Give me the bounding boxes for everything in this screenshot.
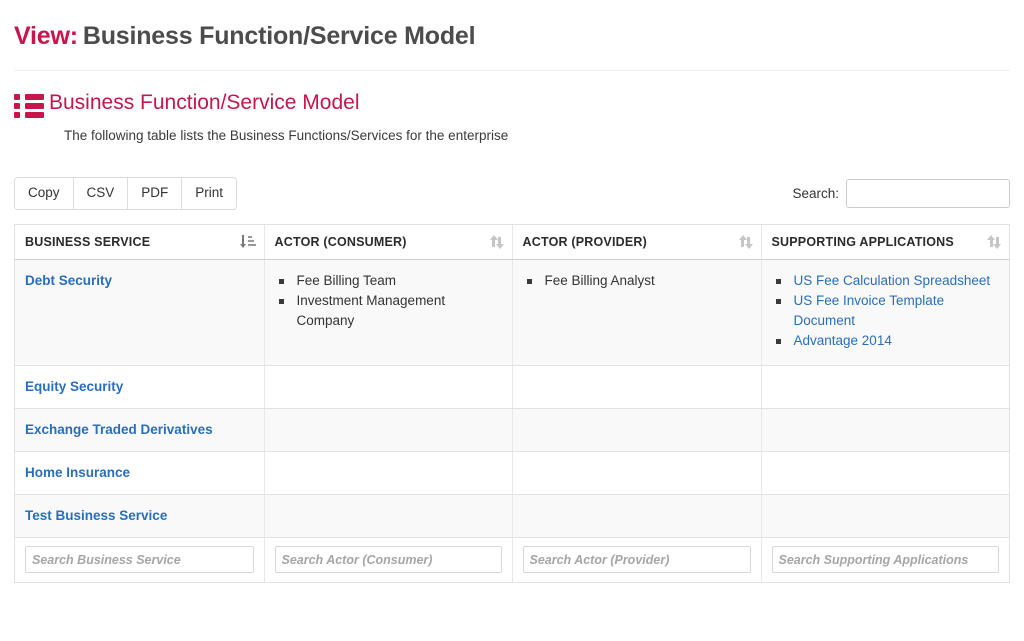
cell-supporting-applications: [761, 494, 1009, 538]
bullet-icon: [775, 339, 781, 344]
cell-actor-provider: Fee Billing Analyst: [512, 259, 762, 366]
section-subtitle: The following table lists the Business F…: [64, 128, 509, 143]
table-row: Debt Security Fee Billing Team Investmen…: [15, 259, 1009, 366]
section-title: Business Function/Service Model: [49, 91, 360, 114]
column-header-actor-provider[interactable]: ACTOR (PROVIDER): [512, 225, 762, 260]
cell-actor-consumer: Fee Billing Team Investment Management C…: [264, 259, 513, 366]
filter-cell-supporting-applications: [761, 537, 1009, 583]
cell-actor-provider: [512, 408, 762, 452]
list-icon: [14, 94, 44, 120]
table-head: BUSINESS SERVICE ACTOR (CONSUMER) ACTOR …: [15, 225, 1009, 260]
bullet-icon: [775, 279, 781, 284]
application-link[interactable]: Advantage 2014: [794, 333, 892, 348]
application-link[interactable]: US Fee Invoice Template Document: [794, 293, 945, 328]
sort-icon[interactable]: [738, 235, 753, 249]
list-item: Investment Management Company: [277, 291, 502, 331]
business-service-link[interactable]: Home Insurance: [25, 465, 130, 480]
copy-button[interactable]: Copy: [15, 178, 74, 209]
table-row: Exchange Traded Derivatives: [15, 408, 1009, 452]
export-button-group: Copy CSV PDF Print: [14, 177, 238, 210]
list-item: Fee Billing Analyst: [525, 271, 751, 291]
list-item-label: Fee Billing Team: [296, 273, 397, 288]
list-item: US Fee Invoice Template Document: [774, 291, 1000, 331]
provider-list: Fee Billing Analyst: [523, 271, 751, 291]
business-service-link[interactable]: Equity Security: [25, 379, 123, 394]
bullet-icon: [526, 279, 532, 284]
table-row: Home Insurance: [15, 451, 1009, 495]
cell-business-service: Equity Security: [15, 365, 265, 409]
column-header-label: ACTOR (CONSUMER): [274, 235, 407, 249]
column-header-label: SUPPORTING APPLICATIONS: [771, 235, 954, 249]
application-list: US Fee Calculation Spreadsheet US Fee In…: [772, 271, 1000, 351]
section-heading-row: Business Function/Service Model: [14, 89, 1010, 120]
business-service-link[interactable]: Test Business Service: [25, 508, 167, 523]
bullet-icon: [278, 279, 284, 284]
print-button[interactable]: Print: [182, 178, 237, 209]
table-foot: [15, 537, 1009, 583]
filter-cell-actor-provider: [512, 537, 762, 583]
cell-actor-consumer: [264, 451, 513, 495]
business-service-table: BUSINESS SERVICE ACTOR (CONSUMER) ACTOR …: [15, 225, 1009, 583]
cell-business-service: Test Business Service: [15, 494, 265, 538]
cell-business-service: Exchange Traded Derivatives: [15, 408, 265, 452]
cell-actor-provider: [512, 494, 762, 538]
cell-business-service: Debt Security: [15, 259, 265, 366]
cell-actor-provider: [512, 365, 762, 409]
cell-business-service: Home Insurance: [15, 451, 265, 495]
cell-actor-consumer: [264, 408, 513, 452]
filter-input-actor-consumer[interactable]: [274, 546, 502, 573]
cell-actor-consumer: [264, 365, 513, 409]
cell-supporting-applications: US Fee Calculation Spreadsheet US Fee In…: [761, 259, 1009, 366]
cell-supporting-applications: [761, 408, 1009, 452]
table-header-row: BUSINESS SERVICE ACTOR (CONSUMER) ACTOR …: [15, 225, 1009, 260]
list-item: US Fee Calculation Spreadsheet: [774, 271, 1000, 291]
list-item: Advantage 2014: [774, 331, 1000, 351]
consumer-list: Fee Billing Team Investment Management C…: [275, 271, 502, 331]
sort-icon[interactable]: [987, 235, 1001, 249]
filter-input-supporting-applications[interactable]: [771, 546, 999, 573]
list-item-label: Investment Management Company: [296, 293, 446, 328]
list-item-label: Fee Billing Analyst: [544, 273, 655, 288]
cell-actor-consumer: [264, 494, 513, 538]
column-header-actor-consumer[interactable]: ACTOR (CONSUMER): [264, 225, 513, 260]
column-header-label: ACTOR (PROVIDER): [522, 235, 648, 249]
pdf-button[interactable]: PDF: [128, 178, 183, 209]
table-body: Debt Security Fee Billing Team Investmen…: [15, 259, 1009, 538]
page-title: Business Function/Service Model: [82, 22, 476, 50]
column-header-supporting-applications[interactable]: SUPPORTING APPLICATIONS: [761, 225, 1009, 260]
page-root: View: Business Function/Service Model Bus…: [0, 0, 1024, 641]
table-row: Test Business Service: [15, 494, 1009, 538]
business-service-link[interactable]: Exchange Traded Derivatives: [25, 422, 213, 437]
column-filter-row: [15, 537, 1009, 583]
filter-input-business-service[interactable]: [25, 546, 254, 573]
filter-input-actor-provider[interactable]: [522, 546, 751, 573]
bullet-icon: [775, 299, 781, 304]
bullet-icon: [278, 299, 284, 304]
sort-ascending-icon[interactable]: [239, 235, 256, 249]
section-header: Business Function/Service Model The foll…: [0, 71, 1024, 145]
business-service-link[interactable]: Debt Security: [25, 273, 112, 288]
column-header-label: BUSINESS SERVICE: [25, 235, 151, 249]
view-header: View: Business Function/Service Model: [0, 0, 1024, 52]
csv-button[interactable]: CSV: [73, 178, 129, 209]
table-search: Search:: [792, 179, 1010, 208]
data-table-container: BUSINESS SERVICE ACTOR (CONSUMER) ACTOR …: [14, 224, 1010, 583]
cell-supporting-applications: [761, 451, 1009, 495]
search-label: Search:: [792, 186, 839, 201]
view-label: View:: [14, 22, 78, 50]
cell-actor-provider: [512, 451, 762, 495]
filter-cell-actor-consumer: [264, 537, 513, 583]
table-toolbar: Copy CSV PDF Print Search:: [14, 177, 1010, 210]
cell-supporting-applications: [761, 365, 1009, 409]
search-input[interactable]: [846, 179, 1010, 208]
list-item: Fee Billing Team: [277, 271, 502, 291]
filter-cell-business-service: [15, 537, 265, 583]
sort-icon[interactable]: [489, 235, 504, 249]
column-header-business-service[interactable]: BUSINESS SERVICE: [15, 225, 265, 260]
table-row: Equity Security: [15, 365, 1009, 409]
application-link[interactable]: US Fee Calculation Spreadsheet: [794, 273, 991, 288]
